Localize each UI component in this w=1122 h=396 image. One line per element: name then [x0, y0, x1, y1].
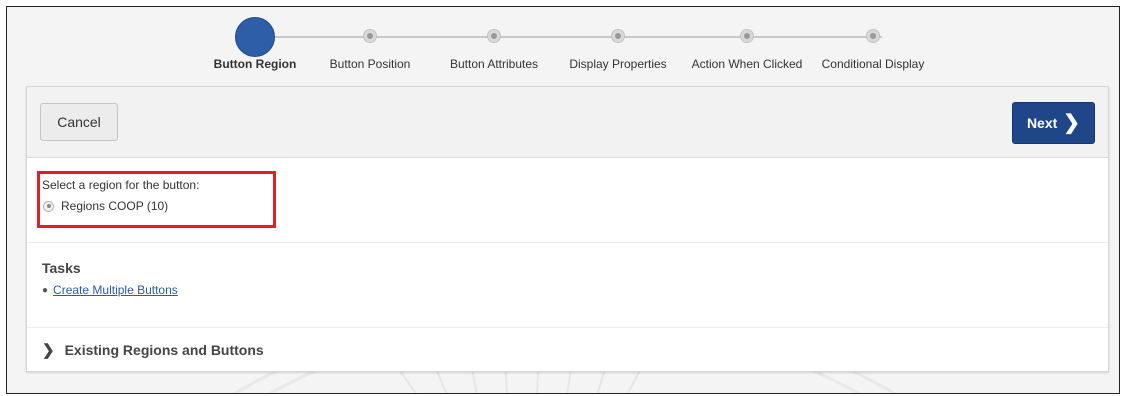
- wizard-progress: Button Region Button Position Button Att…: [7, 7, 1119, 87]
- next-button-label: Next: [1026, 115, 1058, 131]
- region-select-section: Select a region for the button: Regions …: [27, 157, 1108, 243]
- wizard-step-display-properties[interactable]: Display Properties: [548, 7, 688, 87]
- region-option-label: Regions COOP (10): [61, 199, 169, 213]
- next-button[interactable]: Next ❯: [1012, 102, 1095, 144]
- bullet-icon: ●: [42, 284, 49, 296]
- wizard-step-label: Conditional Display: [821, 57, 925, 71]
- existing-regions-title: Existing Regions and Buttons: [64, 341, 264, 358]
- wizard-step-label: Button Position: [329, 57, 411, 71]
- tasks-title: Tasks: [42, 260, 81, 276]
- region-radio[interactable]: [43, 200, 54, 212]
- wizard-card: Cancel Next ❯ Select a region for the bu…: [26, 86, 1109, 372]
- button-toolbar: Cancel Next ❯: [27, 87, 1108, 158]
- wizard-step-label: Button Attributes: [449, 57, 539, 71]
- wizard-frame: Button Region Button Position Button Att…: [6, 6, 1120, 394]
- step-indicator: [611, 29, 625, 43]
- step-indicator: [740, 29, 754, 43]
- wizard-step-action-when-clicked[interactable]: Action When Clicked: [677, 7, 817, 87]
- wizard-step-label: Display Properties: [569, 57, 667, 71]
- step-indicator-active: [235, 17, 275, 57]
- step-indicator: [363, 29, 377, 43]
- tasks-section: Tasks ● Create Multiple Buttons: [27, 243, 1108, 328]
- step-indicator: [487, 29, 501, 43]
- wizard-step-button-position[interactable]: Button Position: [300, 7, 440, 87]
- cancel-button[interactable]: Cancel: [40, 103, 118, 141]
- task-list-item: ● Create Multiple Buttons: [42, 283, 178, 297]
- wizard-step-button-attributes[interactable]: Button Attributes: [424, 7, 564, 87]
- region-option[interactable]: Regions COOP (10): [43, 199, 168, 213]
- step-indicator: [866, 29, 880, 43]
- chevron-right-icon: ❯: [1063, 112, 1081, 134]
- wizard-step-label: Action When Clicked: [691, 57, 803, 71]
- wizard-step-conditional-display[interactable]: Conditional Display: [803, 7, 943, 87]
- region-prompt: Select a region for the button:: [42, 178, 200, 192]
- chevron-right-icon: ❯: [42, 341, 55, 359]
- existing-regions-toggle[interactable]: ❯ Existing Regions and Buttons: [27, 328, 1108, 371]
- create-multiple-buttons-link[interactable]: Create Multiple Buttons: [53, 283, 178, 297]
